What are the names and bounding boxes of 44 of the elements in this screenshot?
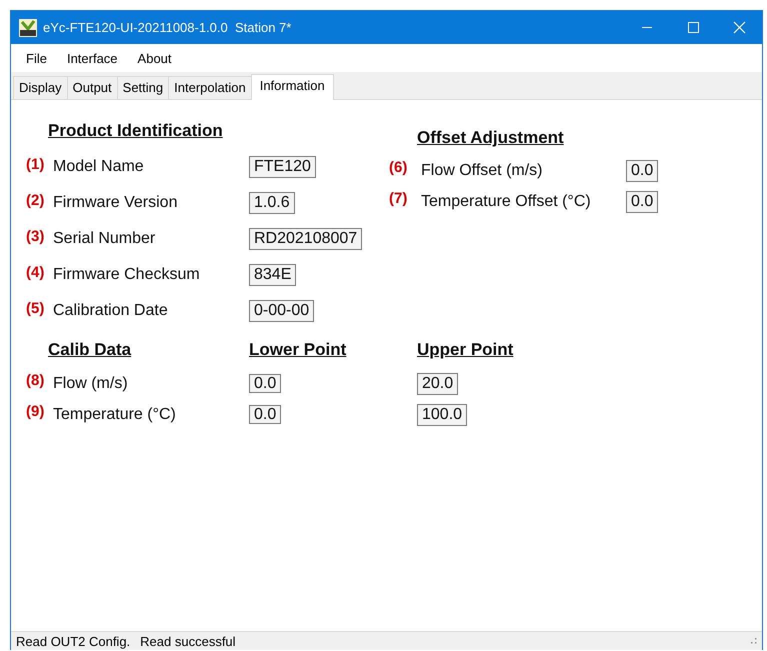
field-label: Temperature Offset (°C) [421, 192, 592, 210]
number-marker: (9) [26, 403, 46, 420]
value-field: 0.0 [626, 160, 658, 182]
field-label: Temperature (°C) [53, 406, 177, 424]
number-marker: (4) [26, 264, 46, 280]
status-text: Read OUT2 Config. [16, 634, 130, 648]
number-marker: (1) [26, 156, 46, 172]
number-marker: (2) [26, 192, 46, 208]
status-text: Read successful [140, 634, 236, 648]
field-label: Flow (m/s) [53, 374, 129, 392]
menu-item[interactable]: Interface [56, 50, 128, 66]
section-heading: Product Identification [48, 120, 224, 142]
number-marker: (3) [26, 228, 46, 244]
field-label: Calibration Date [53, 302, 169, 320]
field-label: Model Name [53, 158, 145, 176]
number-marker: (5) [26, 300, 46, 316]
app-logo-icon [19, 18, 37, 36]
number-marker: (8) [26, 372, 46, 389]
value-field: RD202108007 [249, 228, 362, 250]
field-label: Serial Number [53, 230, 156, 248]
section-heading: Offset Adjustment [417, 127, 565, 149]
value-field: FTE120 [249, 156, 316, 178]
resize-grip-icon[interactable] [751, 638, 757, 644]
field-label: Firmware Version [53, 194, 178, 212]
value-field: 1.0.6 [249, 192, 295, 214]
value-field: 100.0 [417, 404, 468, 426]
value-field: 0.0 [249, 404, 282, 424]
value-field: 0.0 [249, 374, 282, 392]
value-field: 0-00-00 [249, 300, 314, 322]
window-title: eYc-FTE120-UI-20211008-1.0.0 Station 7* [43, 20, 292, 35]
number-marker: (7) [389, 190, 408, 207]
value-field: 20.0 [417, 372, 458, 394]
field-label: Flow Offset (m/s) [421, 162, 544, 180]
section-heading: Calib Data [48, 339, 132, 361]
tab[interactable]: Information [250, 74, 334, 100]
tab[interactable]: Display [13, 76, 68, 99]
menu-item[interactable]: File [11, 50, 57, 66]
number-marker: (6) [389, 159, 408, 176]
column-heading: Upper Point [417, 339, 514, 361]
menu-item[interactable]: About [128, 50, 182, 66]
field-label: Firmware Checksum [53, 266, 201, 284]
value-field: 834E [249, 264, 296, 286]
value-field: 0.0 [626, 190, 658, 212]
column-heading: Lower Point [249, 339, 348, 361]
